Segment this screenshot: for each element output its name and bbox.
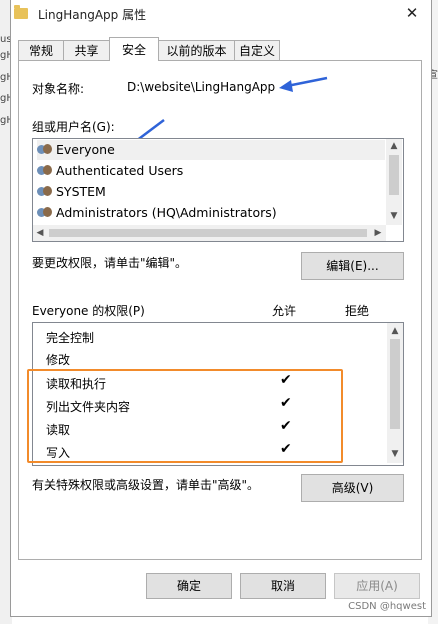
watermark: CSDN @hqwest — [348, 601, 426, 612]
groups-vertical-scrollbar[interactable]: ▲ ▼ — [386, 139, 402, 225]
cancel-button[interactable]: 取消 — [240, 573, 326, 599]
permissions-scrollbar[interactable]: ▲ ▼ — [387, 323, 403, 463]
scroll-left-arrow-icon[interactable]: ◀ — [33, 226, 47, 240]
tab-general[interactable]: 常规 — [18, 40, 64, 60]
deny-column-header: 拒绝 — [345, 304, 370, 318]
allow-column-header: 允许 — [272, 304, 297, 318]
object-name-label: 对象名称: — [32, 82, 85, 96]
scroll-down-arrow-icon[interactable]: ▼ — [386, 209, 402, 223]
edit-button[interactable]: 编辑(E)... — [301, 252, 404, 280]
scroll-thumb[interactable] — [389, 155, 399, 195]
tab-previous-versions[interactable]: 以前的版本 — [158, 40, 235, 60]
folder-icon — [14, 5, 28, 19]
advanced-hint: 有关特殊权限或高级设置，请单击"高级"。 — [32, 478, 260, 492]
permission-full-control: 完全控制 — [46, 331, 95, 345]
list-item-label: Everyone — [56, 142, 115, 157]
scroll-up-arrow-icon[interactable]: ▲ — [386, 139, 402, 153]
tab-security[interactable]: 安全 — [109, 37, 159, 61]
scroll-down-arrow-icon[interactable]: ▼ — [387, 447, 403, 461]
users-icon — [37, 184, 53, 198]
scroll-thumb[interactable] — [49, 229, 367, 237]
advanced-button[interactable]: 高级(V) — [301, 474, 404, 502]
list-item-label: Administrators (HQ\Administrators) — [56, 205, 277, 220]
apply-button[interactable]: 应用(A) — [334, 573, 420, 599]
edit-hint: 要更改权限，请单击"编辑"。 — [32, 256, 188, 270]
permissions-header: Everyone 的权限(P) — [32, 304, 145, 318]
close-button[interactable]: ✕ — [394, 0, 430, 26]
tab-customize[interactable]: 自定义 — [234, 40, 280, 60]
groups-list[interactable]: Everyone Authenticated Users SYSTEM Admi… — [32, 138, 404, 242]
groups-label: 组或用户名(G): — [32, 120, 115, 134]
users-icon — [37, 142, 53, 156]
scroll-up-arrow-icon[interactable]: ▲ — [387, 324, 403, 338]
scroll-thumb[interactable] — [390, 339, 400, 429]
ok-button[interactable]: 确定 — [146, 573, 232, 599]
tab-sharing[interactable]: 共享 — [63, 40, 110, 60]
users-icon — [37, 163, 53, 177]
list-item[interactable]: Authenticated Users — [37, 161, 183, 181]
groups-horizontal-scrollbar[interactable]: ◀ ▶ — [33, 225, 386, 241]
list-item-label: SYSTEM — [56, 184, 106, 199]
list-item[interactable]: SYSTEM — [37, 182, 106, 202]
list-item[interactable]: Everyone — [37, 140, 385, 160]
annotation-arrow-icon — [279, 76, 328, 92]
scroll-right-arrow-icon[interactable]: ▶ — [371, 226, 385, 240]
permission-modify: 修改 — [46, 353, 71, 367]
users-icon — [37, 205, 53, 219]
highlight-box — [27, 369, 343, 463]
list-item[interactable]: Administrators (HQ\Administrators) — [37, 203, 277, 223]
window-title: LingHangApp 属性 — [38, 8, 147, 22]
list-item-label: Authenticated Users — [56, 163, 184, 178]
object-name-value: D:\website\LingHangApp — [127, 80, 276, 94]
